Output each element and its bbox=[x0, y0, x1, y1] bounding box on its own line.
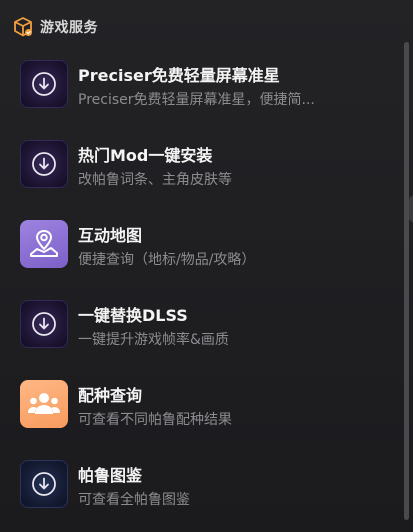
scrollbar-thumb[interactable] bbox=[404, 42, 409, 520]
section-title: 游戏服务 bbox=[40, 20, 98, 36]
service-title: 热门Mod一键安装 bbox=[78, 146, 213, 165]
game-services-panel: 游戏服务 Preciser免费轻量屏幕准星 Preciser免费轻量屏幕准星，便… bbox=[0, 0, 413, 532]
service-desc: 改帕鲁词条、主角皮肤等 bbox=[78, 172, 232, 188]
download-circle-icon bbox=[20, 460, 68, 508]
service-desc: 便捷查询（地标/物品/攻略） bbox=[78, 252, 256, 268]
download-circle-icon bbox=[20, 300, 68, 348]
service-list: Preciser免费轻量屏幕准星 Preciser免费轻量屏幕准星，便捷简...… bbox=[0, 52, 400, 532]
service-item-preciser[interactable]: Preciser免费轻量屏幕准星 Preciser免费轻量屏幕准星，便捷简... bbox=[0, 52, 400, 132]
service-title: 帕鲁图鉴 bbox=[78, 466, 143, 485]
side-collapse-handle[interactable] bbox=[409, 196, 413, 222]
service-desc: 可查看不同帕鲁配种结果 bbox=[78, 412, 232, 428]
service-item-interactive-map[interactable]: 互动地图 便捷查询（地标/物品/攻略） bbox=[0, 212, 400, 292]
service-title: Preciser免费轻量屏幕准星 bbox=[78, 66, 280, 85]
group-users-icon bbox=[20, 380, 68, 428]
service-desc: Preciser免费轻量屏幕准星，便捷简... bbox=[78, 92, 315, 108]
service-item-dlss[interactable]: 一键替换DLSS 一键提升游戏帧率&画质 bbox=[0, 292, 400, 372]
service-item-mod-install[interactable]: 热门Mod一键安装 改帕鲁词条、主角皮肤等 bbox=[0, 132, 400, 212]
scrollbar[interactable] bbox=[399, 0, 413, 532]
service-desc: 可查看全帕鲁图鉴 bbox=[78, 492, 190, 508]
service-item-pal-dex[interactable]: 帕鲁图鉴 可查看全帕鲁图鉴 bbox=[0, 452, 400, 532]
service-title: 配种查询 bbox=[78, 386, 143, 405]
service-item-breeding[interactable]: 配种查询 可查看不同帕鲁配种结果 bbox=[0, 372, 400, 452]
service-title: 互动地图 bbox=[78, 226, 143, 245]
service-title: 一键替换DLSS bbox=[78, 306, 188, 325]
section-header: 游戏服务 bbox=[12, 15, 98, 39]
download-circle-icon bbox=[20, 140, 68, 188]
service-desc: 一键提升游戏帧率&画质 bbox=[78, 332, 229, 348]
map-pin-icon bbox=[20, 220, 68, 268]
download-circle-icon bbox=[20, 60, 68, 108]
package-icon bbox=[12, 16, 34, 38]
